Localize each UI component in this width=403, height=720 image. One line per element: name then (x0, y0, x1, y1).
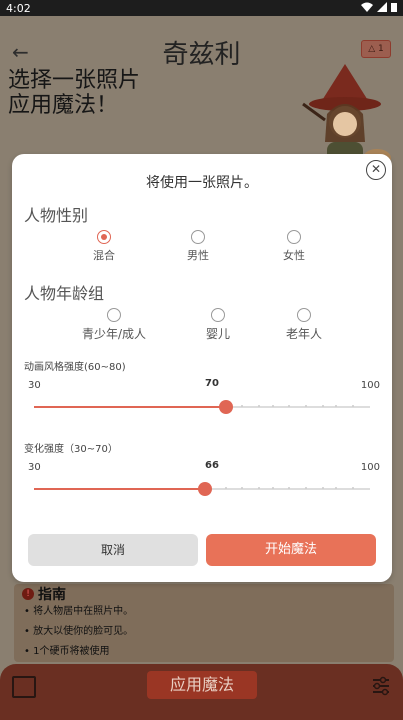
status-bar: 4:02 (0, 0, 403, 16)
guide-header: ! 指南 (22, 584, 66, 604)
status-icons (361, 2, 397, 12)
radio-button[interactable] (210, 308, 225, 322)
slider-thumb[interactable] (218, 400, 233, 414)
slider-tick (241, 487, 244, 489)
bottom-bar: 应用魔法 (0, 664, 403, 720)
cancel-button[interactable]: 取消 (28, 534, 198, 566)
age-section-title: 人物年龄组 (24, 284, 105, 303)
dialog-title: 将使用一张照片。 (146, 175, 258, 191)
radio-gender-female[interactable]: 女性 (283, 230, 305, 263)
coin-icon: △ (368, 44, 376, 54)
anime-strength-label: 动画风格强度(60~80) (24, 362, 126, 373)
slider-min: 30 (28, 462, 41, 473)
warning-icon: ! (22, 588, 34, 600)
start-magic-button[interactable]: 开始魔法 (206, 534, 376, 566)
slider-max: 100 (360, 462, 380, 473)
battery-icon (391, 3, 397, 12)
slider-tick (241, 405, 244, 407)
slider-tick (335, 405, 338, 407)
radio-age-baby[interactable]: 婴儿 (206, 308, 230, 342)
status-time: 4:02 (6, 2, 31, 15)
slider-thumb[interactable] (198, 482, 213, 496)
slider-value: 66 (205, 460, 219, 471)
slider-max: 100 (360, 380, 380, 391)
radio-label: 女性 (283, 249, 305, 262)
slider-tick (321, 487, 324, 489)
slider-min: 30 (28, 380, 41, 391)
signal-icon (377, 2, 387, 12)
slider-fill (34, 406, 226, 408)
intro-line-2: 应用魔法！ (8, 93, 119, 118)
slider-tick (288, 487, 291, 489)
coin-badge[interactable]: △ 1 (361, 40, 391, 58)
radio-label: 混合 (93, 249, 115, 262)
radio-label: 老年人 (285, 327, 323, 341)
slider-tick (335, 487, 338, 489)
radio-label: 男性 (187, 249, 209, 262)
guide-panel: ! 指南 将人物居中在照片中。 放大以使你的脸可见。 1个硬币将被使用 (14, 584, 394, 662)
slider-track[interactable] (34, 482, 370, 496)
radio-button[interactable] (287, 230, 301, 244)
slider-tick (352, 405, 355, 407)
slider-fill (34, 488, 206, 490)
slider-track[interactable] (34, 400, 370, 414)
slider-tick (305, 487, 308, 489)
intro-line-1: 选择一张照片 (8, 68, 141, 93)
guide-title: 指南 (38, 587, 66, 603)
slider-tick (258, 405, 261, 407)
change-strength-label: 变化强度（30~70） (24, 444, 118, 455)
radio-button[interactable] (191, 230, 205, 244)
guide-item: 放大以使你的脸可见。 (24, 622, 133, 642)
slider-tick (288, 405, 291, 407)
gallery-icon[interactable] (12, 676, 36, 698)
radio-age-teen-adult[interactable]: 青少年/成人 (82, 308, 146, 342)
gender-section-title: 人物性别 (24, 206, 89, 225)
radio-button[interactable] (296, 308, 311, 322)
slider-value: 70 (205, 378, 219, 389)
guide-item: 1个硬币将被使用 (24, 642, 133, 662)
coin-count: 1 (378, 44, 384, 54)
slider-tick (352, 487, 355, 489)
slider-tick (258, 487, 261, 489)
slider-tick (321, 405, 324, 407)
intro-text: 选择一张照片 应用魔法！ (8, 68, 140, 118)
slider-tick (271, 405, 274, 407)
slider-tick (305, 405, 308, 407)
radio-button-selected[interactable] (97, 230, 111, 244)
close-icon[interactable]: ✕ (366, 160, 386, 180)
sliders-icon[interactable] (371, 676, 391, 696)
radio-gender-mixed[interactable]: 混合 (93, 230, 115, 263)
guide-item: 将人物居中在照片中。 (24, 602, 133, 622)
radio-label: 婴儿 (205, 327, 231, 341)
settings-dialog: 将使用一张照片。 ✕ 人物性别 混合 男性 女性 人物年龄组 青少年/成人 婴儿… (12, 154, 392, 582)
change-strength-slider-block: 变化强度（30~70） 30 100 66 (24, 440, 380, 510)
anime-strength-slider-block: 动画风格强度(60~80) 30 100 70 (24, 358, 380, 428)
guide-list: 将人物居中在照片中。 放大以使你的脸可见。 1个硬币将被使用 (24, 602, 133, 662)
radio-label: 青少年/成人 (81, 327, 147, 341)
wifi-icon (361, 2, 373, 12)
radio-gender-male[interactable]: 男性 (187, 230, 209, 263)
apply-magic-button[interactable]: 应用魔法 (147, 671, 257, 699)
radio-age-senior[interactable]: 老年人 (286, 308, 322, 342)
radio-button[interactable] (106, 308, 121, 322)
slider-tick (271, 487, 274, 489)
slider-tick (224, 487, 227, 489)
